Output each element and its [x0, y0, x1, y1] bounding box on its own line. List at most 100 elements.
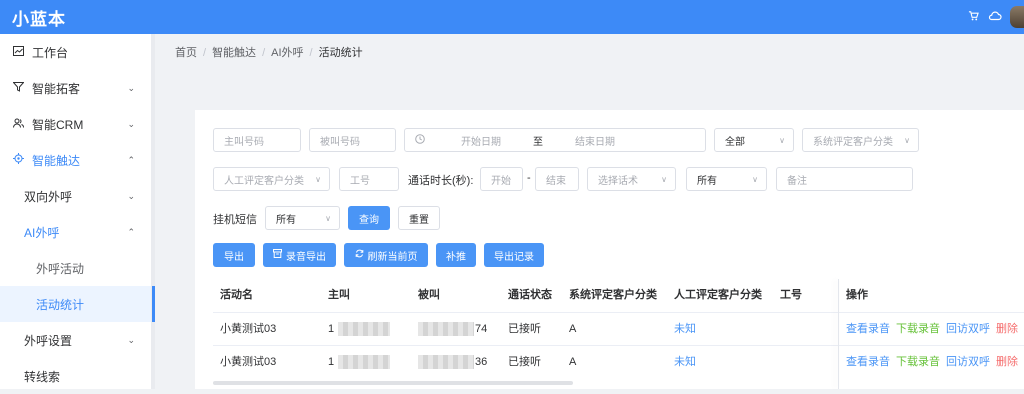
select-value: 所有 [276, 214, 296, 226]
cloud-icon[interactable] [988, 10, 1002, 24]
users-icon [12, 118, 24, 131]
date-range-picker[interactable]: 开始日期 至 结束日期 [404, 128, 706, 152]
system-class-select[interactable]: 系统评定客户分类 ∨ [802, 128, 919, 152]
export-audio-button[interactable]: 录音导出 [263, 243, 336, 267]
placeholder: 开始 [491, 175, 511, 187]
caller-number-input[interactable]: 主叫号码 [213, 128, 301, 152]
reset-button[interactable]: 重置 [398, 206, 440, 230]
placeholder: 主叫号码 [224, 136, 264, 148]
sidebar-item-label: 智能拓客 [32, 81, 81, 96]
duration-end-input[interactable]: 结束 [535, 167, 579, 191]
placeholder: 被叫号码 [320, 136, 360, 148]
sidebar-item-label: 智能CRM [32, 117, 84, 132]
cell-caller: 1 [328, 346, 391, 379]
cell-status: 已接听 [508, 356, 541, 368]
sidebar-item-label: 外呼设置 [24, 333, 73, 348]
cell-callee: 36 [418, 346, 487, 379]
duration-separator: - [527, 172, 531, 184]
delete-link[interactable]: 删除 [996, 313, 1018, 346]
breadcrumb-smart-reach[interactable]: 智能触达 [212, 47, 256, 59]
note-input[interactable]: 备注 [776, 167, 913, 191]
sidebar: 工作台 智能拓客 ⌄ 智能CRM ⌄ 智能触达 ⌃ 双向外呼 ⌄ AI外呼 ⌃ … [0, 34, 155, 389]
chevron-down-icon: ⌄ [127, 118, 135, 129]
breadcrumb-separator: / [262, 47, 266, 59]
sidebar-item-workbench[interactable]: 工作台 [0, 34, 151, 70]
duration-start-input[interactable]: 开始 [480, 167, 523, 191]
breadcrumb-separator: / [203, 47, 207, 59]
sidebar-item-label: 双向外呼 [24, 189, 73, 204]
status-select[interactable]: 全部 ∨ [714, 128, 794, 152]
placeholder: 备注 [787, 175, 807, 187]
sidebar-item-campaign-stats[interactable]: 活动统计 [0, 286, 155, 322]
redacted-blur [418, 322, 474, 337]
callee-number-input[interactable]: 被叫号码 [309, 128, 396, 152]
view-recording-link[interactable]: 查看录音 [846, 313, 890, 346]
target-icon [12, 153, 24, 167]
callee-suffix: 36 [475, 356, 488, 368]
refresh-page-button[interactable]: 刷新当前页 [344, 243, 428, 267]
app-logo[interactable]: 小蓝本 [12, 5, 66, 30]
horizontal-scrollbar[interactable] [213, 381, 573, 385]
caller-prefix: 1 [328, 323, 335, 335]
sidebar-item-smart-prospect[interactable]: 智能拓客 ⌄ [0, 70, 151, 106]
clock-icon [415, 133, 425, 147]
job-number-input[interactable]: 工号 [339, 167, 399, 191]
start-date-input[interactable]: 开始日期 [461, 133, 501, 148]
view-recording-link[interactable]: 查看录音 [846, 346, 890, 379]
supplement-push-button[interactable]: 补推 [436, 243, 476, 267]
query-button[interactable]: 查询 [348, 206, 390, 230]
sidebar-item-ai-call[interactable]: AI外呼 ⌃ [0, 214, 151, 250]
column-header: 主叫 [328, 289, 350, 301]
callback-two-way-link[interactable]: 回访双呼 [946, 313, 990, 346]
sidebar-item-two-way-call[interactable]: 双向外呼 ⌄ [0, 178, 151, 214]
breadcrumb-ai-call[interactable]: AI外呼 [271, 47, 303, 59]
export-log-button[interactable]: 导出记录 [484, 243, 544, 267]
export-button[interactable]: 导出 [213, 243, 255, 267]
redacted-blur [418, 355, 474, 370]
column-header: 活动名 [220, 289, 253, 301]
chevron-down-icon: ∨ [904, 135, 910, 145]
callback-two-way-link[interactable]: 回访双呼 [946, 346, 990, 379]
breadcrumb-home[interactable]: 首页 [175, 47, 197, 59]
cell-manual-class[interactable]: 未知 [674, 346, 696, 379]
chevron-down-icon: ∨ [315, 174, 321, 184]
breadcrumb-current: 活动统计 [318, 47, 363, 59]
placeholder: 系统评定客户分类 [813, 136, 893, 148]
sidebar-item-label: AI外呼 [24, 225, 60, 240]
select-value: 全部 [725, 136, 745, 148]
sidebar-item-call-settings[interactable]: 外呼设置 ⌄ [0, 322, 151, 358]
sidebar-item-call-campaign[interactable]: 外呼活动 [0, 250, 151, 286]
chevron-down-icon: ∨ [325, 213, 331, 223]
sidebar-item-label: 工作台 [32, 45, 69, 60]
caller-prefix: 1 [328, 356, 335, 368]
end-date-input[interactable]: 结束日期 [575, 133, 615, 148]
cell-status: 已接听 [508, 323, 541, 335]
sidebar-item-smart-crm[interactable]: 智能CRM ⌄ [0, 106, 151, 142]
manual-class-select[interactable]: 人工评定客户分类 ∨ [213, 167, 330, 191]
scope-select[interactable]: 所有 ∨ [686, 167, 767, 191]
delete-link[interactable]: 删除 [996, 346, 1018, 379]
callee-suffix: 74 [475, 323, 488, 335]
breadcrumb-separator: / [309, 47, 313, 59]
export-audio-label: 录音导出 [286, 251, 326, 263]
placeholder: 选择话术 [598, 175, 638, 187]
sidebar-item-label: 转线索 [24, 369, 61, 384]
placeholder: 人工评定客户分类 [224, 175, 304, 187]
cell-system-class: A [569, 323, 577, 335]
placeholder: 工号 [350, 175, 370, 187]
breadcrumb: 首页 / 智能触达 / AI外呼 / 活动统计 [175, 44, 363, 60]
refresh-page-label: 刷新当前页 [367, 251, 418, 263]
sidebar-item-smart-reach[interactable]: 智能触达 ⌃ [0, 142, 151, 178]
download-recording-link[interactable]: 下载录音 [896, 346, 940, 379]
cart-icon[interactable] [966, 10, 980, 24]
sms-select[interactable]: 所有 ∨ [265, 206, 340, 230]
avatar[interactable] [1010, 6, 1024, 28]
script-select[interactable]: 选择话术 ∨ [587, 167, 676, 191]
download-recording-link[interactable]: 下载录音 [896, 313, 940, 346]
sidebar-item-label: 智能触达 [32, 153, 81, 168]
top-icons [966, 0, 1024, 34]
cell-manual-class[interactable]: 未知 [674, 313, 696, 346]
sidebar-item-label: 活动统计 [36, 297, 85, 312]
chevron-down-icon: ∨ [661, 174, 667, 184]
cell-campaign-name: 小黄测试03 [220, 323, 277, 335]
